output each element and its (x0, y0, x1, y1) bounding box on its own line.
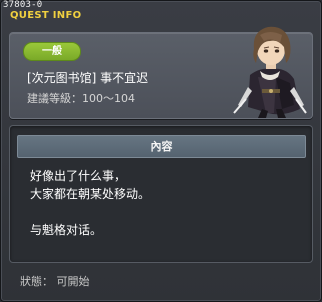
quest-status: 狀態： 可開始 (20, 275, 90, 288)
quest-level-requirement: 建議等級：100～104 (27, 92, 135, 105)
quest-category-badge: 一般 (23, 42, 81, 61)
quest-id: 37803-0 (3, 0, 43, 10)
quest-name: [次元图书馆] 事不宜迟 (27, 71, 149, 85)
content-header: 內容 (17, 135, 306, 158)
content-line: 好像出了什么事， (30, 169, 127, 183)
quest-info-window: 37803-0 QUEST INFO 一般 [次元图书馆] 事不宜迟 建議等級：… (0, 0, 322, 302)
quest-summary-panel: 一般 [次元图书馆] 事不宜迟 建議等級：100～104 (9, 26, 313, 119)
content-line: 大家都在朝某处移动。 (30, 187, 151, 201)
window-title: QUEST INFO (10, 10, 82, 21)
npc-portrait (233, 26, 307, 118)
content-line: 与魁格对话。 (30, 223, 103, 237)
quest-content-panel: 內容 好像出了什么事， 大家都在朝某处移动。 与魁格对话。 (9, 125, 313, 263)
content-text: 好像出了什么事， 大家都在朝某处移动。 与魁格对话。 (30, 167, 150, 239)
